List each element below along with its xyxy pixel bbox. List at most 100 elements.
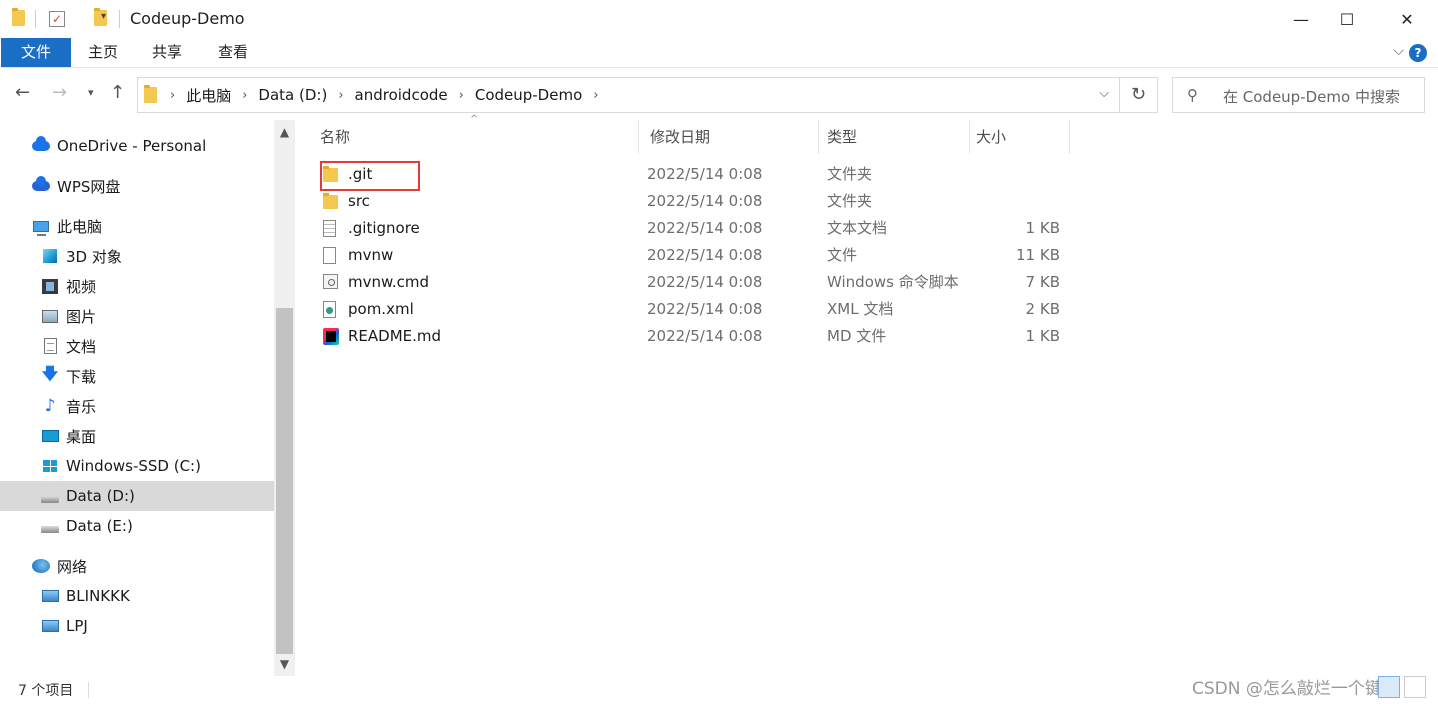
sidebar-item-drive-e[interactable]: Data (E:) xyxy=(0,511,274,541)
onedrive-icon xyxy=(31,136,51,154)
file-date: 2022/5/14 0:08 xyxy=(647,165,763,183)
column-header-name[interactable]: 名称 xyxy=(308,120,638,154)
sidebar-scrollbar-thumb[interactable] xyxy=(276,308,293,654)
sidebar-item-music[interactable]: ♪ 音乐 xyxy=(0,391,274,421)
sidebar-item-label: Windows-SSD (C:) xyxy=(66,457,201,475)
sidebar-item-documents[interactable]: 文档 xyxy=(0,331,274,361)
file-size: 2 KB xyxy=(1025,300,1060,318)
file-icon xyxy=(323,247,339,264)
file-type: 文件夹 xyxy=(827,165,873,183)
divider xyxy=(35,10,36,28)
sidebar-item-this-pc[interactable]: 此电脑 xyxy=(0,211,274,241)
chevron-right-icon[interactable]: › xyxy=(586,88,605,103)
folder-icon xyxy=(144,85,157,103)
sidebar-item-downloads[interactable]: 🡇 下载 xyxy=(0,361,274,391)
file-type: 文本文档 xyxy=(827,219,888,237)
properties-icon[interactable]: ✓ xyxy=(49,11,65,27)
sidebar-item-label: LPJ xyxy=(66,617,88,635)
scroll-up-icon[interactable]: ▲ xyxy=(274,122,295,142)
back-arrow-icon[interactable]: ← xyxy=(15,82,30,103)
sidebar-item-video[interactable]: 视频 xyxy=(0,271,274,301)
pictures-icon xyxy=(40,308,60,324)
maximize-button[interactable]: ☐ xyxy=(1324,0,1370,38)
sidebar-item-pictures[interactable]: 图片 xyxy=(0,301,274,331)
sidebar-item-network[interactable]: 网络 xyxy=(0,551,274,581)
scroll-down-icon[interactable]: ▼ xyxy=(274,654,295,674)
breadcrumb-codeup-demo[interactable]: Codeup-Demo xyxy=(471,86,586,104)
sidebar-item-desktop[interactable]: 桌面 xyxy=(0,421,274,451)
this-pc-icon xyxy=(31,218,51,236)
watermark: CSDN @怎么敲烂一个键盘 xyxy=(1192,679,1399,699)
search-box[interactable]: ⚲ 在 Codeup-Demo 中搜索 xyxy=(1172,77,1425,113)
network-icon xyxy=(31,558,51,574)
desktop-icon xyxy=(40,428,60,444)
table-row[interactable]: src 2022/5/14 0:08 文件夹 xyxy=(318,188,1068,215)
file-date: 2022/5/14 0:08 xyxy=(647,273,763,291)
forward-arrow-icon[interactable]: → xyxy=(52,82,67,103)
sidebar-item-drive-d[interactable]: Data (D:) xyxy=(0,481,274,511)
chevron-right-icon[interactable]: › xyxy=(235,88,254,103)
sidebar-item-label: OneDrive - Personal xyxy=(57,137,207,155)
close-button[interactable]: ✕ xyxy=(1384,0,1430,38)
search-input[interactable]: 在 Codeup-Demo 中搜索 xyxy=(1223,86,1400,107)
table-row[interactable]: mvnw.cmd 2022/5/14 0:08 Windows 命令脚本 7 K… xyxy=(318,269,1068,296)
folder-icon xyxy=(323,193,339,210)
recent-locations-chevron-icon[interactable]: ▾ xyxy=(88,86,94,99)
windows-drive-icon xyxy=(40,458,60,474)
navigation-pane: OneDrive - Personal WPS网盘 此电脑 3D 对象 视频 图… xyxy=(0,120,295,676)
large-icons-view-button[interactable] xyxy=(1404,676,1426,698)
file-name: .gitignore xyxy=(348,219,420,237)
sidebar-item-onedrive[interactable]: OneDrive - Personal xyxy=(0,131,274,161)
sidebar-item-label: Data (D:) xyxy=(66,487,135,505)
address-history-chevron-icon[interactable]: ⌵ xyxy=(1099,86,1109,101)
chevron-right-icon[interactable]: › xyxy=(163,88,182,103)
chevron-right-icon[interactable]: › xyxy=(331,88,350,103)
tab-file[interactable]: 文件 xyxy=(1,38,71,67)
sidebar-item-label: 图片 xyxy=(66,307,97,326)
sidebar-item-drive-c[interactable]: Windows-SSD (C:) xyxy=(0,451,274,481)
markdown-file-icon xyxy=(323,328,339,345)
minimize-button[interactable]: — xyxy=(1278,0,1324,38)
table-row[interactable]: README.md 2022/5/14 0:08 MD 文件 1 KB xyxy=(318,323,1068,350)
file-type: MD 文件 xyxy=(827,327,887,345)
sidebar-item-blinkkk[interactable]: BLINKKK xyxy=(0,581,274,611)
tab-home[interactable]: 主页 xyxy=(72,38,134,67)
sidebar-item-lpj[interactable]: LPJ xyxy=(0,611,274,641)
up-arrow-icon[interactable]: ↑ xyxy=(110,82,125,103)
customize-toolbar-icon[interactable]: ▾ xyxy=(101,11,106,29)
address-bar[interactable]: › 此电脑 › Data (D:) › androidcode › Codeup… xyxy=(137,77,1120,113)
tab-view[interactable]: 查看 xyxy=(202,38,264,67)
file-name: README.md xyxy=(348,327,442,345)
sidebar-item-3d-objects[interactable]: 3D 对象 xyxy=(0,241,274,271)
help-icon[interactable]: ? xyxy=(1409,44,1427,62)
ribbon-tabs: 文件 主页 共享 查看 ⌵ ? xyxy=(0,38,1438,68)
column-header-date[interactable]: 修改日期 xyxy=(638,120,818,154)
breadcrumb-this-pc[interactable]: 此电脑 xyxy=(182,85,235,106)
refresh-icon[interactable]: ↻ xyxy=(1120,77,1158,113)
sidebar-item-wps[interactable]: WPS网盘 xyxy=(0,171,274,201)
file-date: 2022/5/14 0:08 xyxy=(647,219,763,237)
details-view-button[interactable] xyxy=(1378,676,1400,698)
file-type: 文件 xyxy=(827,246,858,264)
expand-ribbon-icon[interactable]: ⌵ xyxy=(1393,43,1404,59)
column-header-size[interactable]: 大小 xyxy=(964,120,1069,154)
breadcrumb-androidcode[interactable]: androidcode xyxy=(351,86,452,104)
file-date: 2022/5/14 0:08 xyxy=(647,246,763,264)
chevron-right-icon[interactable]: › xyxy=(452,88,471,103)
divider xyxy=(88,682,89,698)
column-header-type[interactable]: 类型 xyxy=(815,120,969,154)
sidebar-item-label: BLINKKK xyxy=(66,587,130,605)
documents-icon xyxy=(40,338,60,354)
tab-share[interactable]: 共享 xyxy=(136,38,198,67)
table-row[interactable]: .git 2022/5/14 0:08 文件夹 xyxy=(318,161,1068,188)
table-row[interactable]: pom.xml 2022/5/14 0:08 XML 文档 2 KB xyxy=(318,296,1068,323)
table-row[interactable]: mvnw 2022/5/14 0:08 文件 11 KB xyxy=(318,242,1068,269)
file-date: 2022/5/14 0:08 xyxy=(647,327,763,345)
file-type: Windows 命令脚本 xyxy=(827,273,959,291)
column-divider[interactable] xyxy=(1069,120,1070,154)
computer-icon xyxy=(40,588,60,604)
file-size: 1 KB xyxy=(1025,327,1060,345)
divider xyxy=(119,10,120,28)
table-row[interactable]: .gitignore 2022/5/14 0:08 文本文档 1 KB xyxy=(318,215,1068,242)
breadcrumb-data-d[interactable]: Data (D:) xyxy=(254,86,331,104)
